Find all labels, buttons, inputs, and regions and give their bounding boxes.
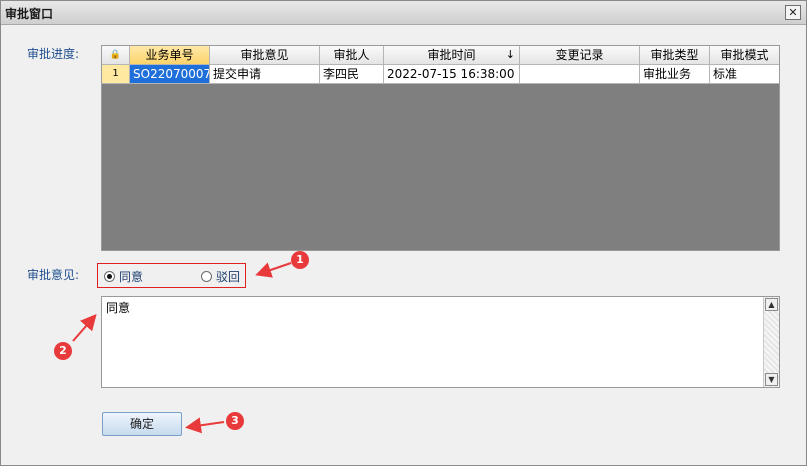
radio-approve[interactable]: 同意: [104, 268, 143, 285]
col-approval-mode[interactable]: 审批模式: [710, 46, 779, 65]
confirm-button[interactable]: 确定: [102, 412, 182, 436]
decision-radio-group: 同意 驳回: [97, 263, 246, 288]
close-button[interactable]: ✕: [785, 5, 801, 20]
callout-badge-1: 1: [291, 251, 309, 269]
col-approval-type[interactable]: 审批类型: [640, 46, 710, 65]
comment-textarea[interactable]: 同意 ▲ ▼: [101, 296, 780, 388]
radio-approve-label: 同意: [119, 270, 144, 284]
col-opinion[interactable]: 审批意见: [210, 46, 320, 65]
radio-approve-dot: [104, 271, 115, 282]
approval-grid: 🔒 业务单号 审批意见 审批人 审批时间 ↓ 变更记录 审批类型 审批模式 1 …: [101, 45, 780, 251]
scroll-down-icon[interactable]: ▼: [765, 373, 778, 386]
opinion-label: 审批意见:: [27, 268, 80, 282]
col-approver[interactable]: 审批人: [320, 46, 384, 65]
comment-scrollbar[interactable]: ▲ ▼: [763, 297, 779, 387]
cell-approval-type[interactable]: 审批业务: [640, 65, 710, 84]
cell-change-log[interactable]: [520, 65, 640, 84]
callout-3-arrow: [185, 417, 225, 434]
callout-badge-2: 2: [54, 342, 72, 360]
radio-reject-dot: [201, 271, 212, 282]
callout-1-arrow: [255, 262, 292, 278]
window-title: 审批窗口: [5, 7, 54, 21]
cell-approver[interactable]: 李四民: [320, 65, 384, 84]
progress-label: 审批进度:: [27, 47, 80, 61]
cell-approval-time[interactable]: 2022-07-15 16:38:00: [384, 65, 520, 84]
col-change-log[interactable]: 变更记录: [520, 46, 640, 65]
lock-icon[interactable]: 🔒: [102, 46, 130, 65]
approval-window: 审批窗口 ✕ 审批进度: 🔒 业务单号 审批意见 审批人 审批时间 ↓ 变更记录…: [0, 0, 807, 466]
grid-header: 🔒 业务单号 审批意见 审批人 审批时间 ↓ 变更记录 审批类型 审批模式: [102, 46, 779, 65]
sort-desc-icon: ↓: [505, 48, 515, 61]
title-bar: 审批窗口 ✕: [1, 1, 806, 25]
cell-approval-mode[interactable]: 标准: [710, 65, 779, 84]
cell-order-no[interactable]: SO22070007: [130, 65, 210, 84]
comment-text: 同意: [106, 301, 131, 315]
radio-reject-label: 驳回: [216, 270, 241, 284]
callout-badge-3: 3: [226, 412, 244, 430]
scroll-up-icon[interactable]: ▲: [765, 298, 778, 311]
table-row[interactable]: 1 SO22070007 提交申请 李四民 2022-07-15 16:38:0…: [102, 65, 779, 84]
cell-opinion[interactable]: 提交申请: [210, 65, 320, 84]
radio-reject[interactable]: 驳回: [201, 268, 240, 285]
col-approval-time[interactable]: 审批时间 ↓: [384, 46, 520, 65]
col-approval-time-label: 审批时间: [427, 48, 476, 62]
col-order-no[interactable]: 业务单号: [130, 46, 210, 65]
row-number: 1: [102, 65, 130, 84]
callout-2-arrow: [72, 313, 97, 342]
